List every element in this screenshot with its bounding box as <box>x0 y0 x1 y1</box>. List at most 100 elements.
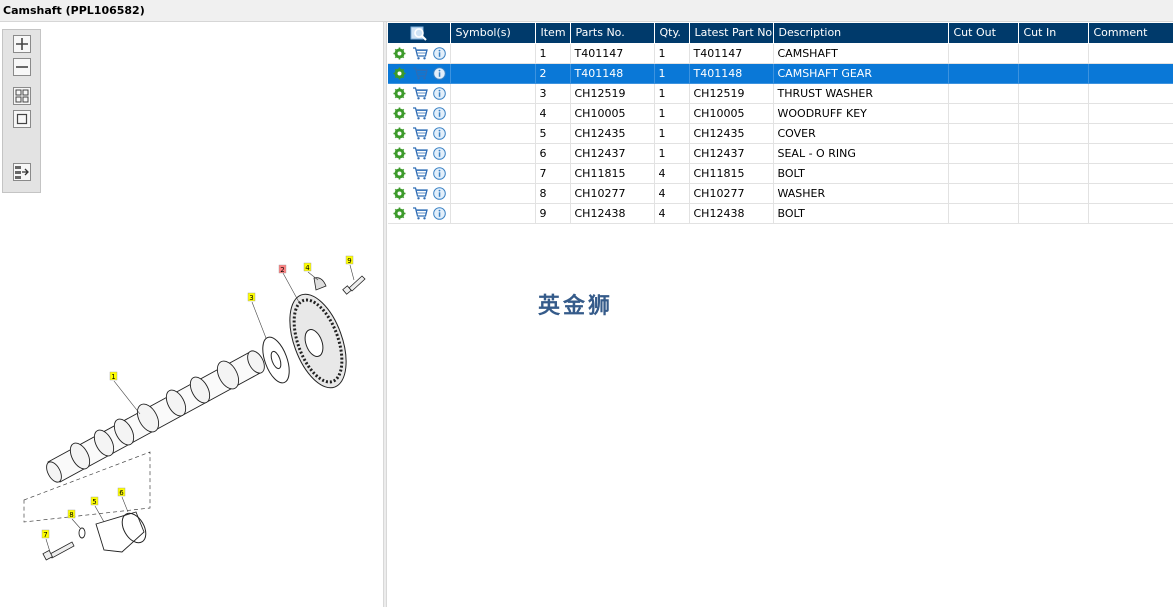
settings-gear-icon[interactable] <box>393 187 406 200</box>
table-row[interactable]: 5 CH12435 1 CH12435 COVER <box>388 123 1173 144</box>
add-to-cart-icon[interactable] <box>412 47 428 60</box>
cell-symbols <box>450 43 536 64</box>
callout-5[interactable]: 5 <box>90 496 99 506</box>
cell-comment <box>1088 83 1173 104</box>
cell-latest-part-no: T401147 <box>689 43 774 64</box>
cell-item: 1 <box>535 43 571 64</box>
cell-item: 7 <box>535 163 571 184</box>
cell-part-no: T401147 <box>570 43 655 64</box>
add-to-cart-icon[interactable] <box>412 187 428 200</box>
info-icon[interactable] <box>433 106 446 120</box>
settings-gear-icon[interactable] <box>393 167 406 180</box>
cell-comment <box>1088 163 1173 184</box>
info-icon[interactable] <box>433 146 446 160</box>
svg-text:2: 2 <box>280 266 284 274</box>
settings-gear-icon[interactable] <box>393 87 406 100</box>
cell-part-no: CH10005 <box>570 103 655 124</box>
column-cut-in[interactable]: Cut In <box>1018 23 1089 44</box>
cell-latest-part-no: CH12435 <box>689 123 774 144</box>
column-comment[interactable]: Comment <box>1088 23 1173 44</box>
cell-part-no: T401148 <box>570 63 655 84</box>
settings-gear-icon[interactable] <box>393 47 406 60</box>
cell-item: 5 <box>535 123 571 144</box>
table-row[interactable]: 9 CH12438 4 CH12438 BOLT <box>388 203 1173 224</box>
add-to-cart-icon[interactable] <box>412 167 428 180</box>
settings-gear-icon[interactable] <box>393 107 406 120</box>
camshaft-part-1[interactable] <box>44 348 268 484</box>
settings-gear-icon[interactable] <box>393 207 406 220</box>
info-icon[interactable] <box>433 66 446 80</box>
column-qty[interactable]: Qty. <box>654 23 690 44</box>
cell-comment <box>1088 143 1173 164</box>
cell-latest-part-no: CH10277 <box>689 183 774 204</box>
add-to-cart-icon[interactable] <box>412 107 428 120</box>
settings-gear-icon[interactable] <box>393 147 406 160</box>
cell-qty: 1 <box>654 83 690 104</box>
table-row[interactable]: 1 T401147 1 T401147 CAMSHAFT <box>388 43 1173 64</box>
cell-latest-part-no: CH10005 <box>689 103 774 124</box>
cell-description: SEAL - O RING <box>773 143 949 164</box>
cell-description: CAMSHAFT GEAR <box>773 63 949 84</box>
callout-3[interactable]: 3 <box>247 292 256 302</box>
column-parts-no[interactable]: Parts No. <box>570 23 655 44</box>
cell-latest-part-no: CH12438 <box>689 203 774 224</box>
washer-part-8[interactable] <box>78 527 86 539</box>
column-cut-out[interactable]: Cut Out <box>948 23 1019 44</box>
cell-cut-in <box>1018 143 1089 164</box>
info-icon[interactable] <box>433 126 446 140</box>
cell-cut-out <box>948 103 1019 124</box>
cell-cut-in <box>1018 63 1089 84</box>
row-actions <box>388 123 451 144</box>
callout-6[interactable]: 6 <box>117 487 126 497</box>
callout-1[interactable]: 1 <box>109 371 118 381</box>
info-icon[interactable] <box>433 46 446 60</box>
svg-text:8: 8 <box>69 511 73 519</box>
info-icon[interactable] <box>433 206 446 220</box>
camshaft-gear-part-2[interactable] <box>279 287 358 396</box>
diagram-pane[interactable]: 1 2 3 4 5 6 7 8 9 <box>0 22 385 607</box>
camshaft-exploded-diagram: 1 2 3 4 5 6 7 8 9 <box>23 255 366 561</box>
cell-cut-in <box>1018 203 1089 224</box>
column-description[interactable]: Description <box>773 23 949 44</box>
callout-7[interactable]: 7 <box>41 529 50 539</box>
callout-2[interactable]: 2 <box>278 264 287 274</box>
cell-symbols <box>450 203 536 224</box>
table-row[interactable]: 6 CH12437 1 CH12437 SEAL - O RING <box>388 143 1173 164</box>
cover-part-5[interactable] <box>95 511 145 553</box>
column-item[interactable]: Item <box>535 23 571 44</box>
callout-4[interactable]: 4 <box>303 262 312 272</box>
search-parts-icon[interactable] <box>410 25 428 41</box>
table-row[interactable]: 3 CH12519 1 CH12519 THRUST WASHER <box>388 83 1173 104</box>
column-symbols[interactable]: Symbol(s) <box>450 23 536 44</box>
table-row[interactable]: 2 T401148 1 T401148 CAMSHAFT GEAR <box>388 63 1173 84</box>
woodruff-key-part-4[interactable] <box>313 277 327 291</box>
info-icon[interactable] <box>433 186 446 200</box>
row-actions <box>388 203 451 224</box>
add-to-cart-icon[interactable] <box>412 67 428 80</box>
settings-gear-icon[interactable] <box>393 67 406 80</box>
add-to-cart-icon[interactable] <box>412 147 428 160</box>
cell-qty: 4 <box>654 183 690 204</box>
table-row[interactable]: 7 CH11815 4 CH11815 BOLT <box>388 163 1173 184</box>
add-to-cart-icon[interactable] <box>412 127 428 140</box>
add-to-cart-icon[interactable] <box>412 207 428 220</box>
cell-description: WOODRUFF KEY <box>773 103 949 124</box>
add-to-cart-icon[interactable] <box>412 87 428 100</box>
callout-9[interactable]: 9 <box>345 255 354 265</box>
settings-gear-icon[interactable] <box>393 127 406 140</box>
cell-symbols <box>450 103 536 124</box>
info-icon[interactable] <box>433 86 446 100</box>
callout-8[interactable]: 8 <box>67 509 76 519</box>
column-latest-part-no[interactable]: Latest Part No. <box>689 23 774 44</box>
cell-part-no: CH12437 <box>570 143 655 164</box>
info-icon[interactable] <box>433 166 446 180</box>
svg-text:5: 5 <box>92 498 96 506</box>
table-row[interactable]: 4 CH10005 1 CH10005 WOODRUFF KEY <box>388 103 1173 124</box>
cell-symbols <box>450 83 536 104</box>
cell-qty: 4 <box>654 163 690 184</box>
search-parts-header[interactable] <box>388 23 451 44</box>
svg-text:4: 4 <box>305 264 310 272</box>
table-row[interactable]: 8 CH10277 4 CH10277 WASHER <box>388 183 1173 204</box>
cell-cut-in <box>1018 83 1089 104</box>
cell-part-no: CH12438 <box>570 203 655 224</box>
